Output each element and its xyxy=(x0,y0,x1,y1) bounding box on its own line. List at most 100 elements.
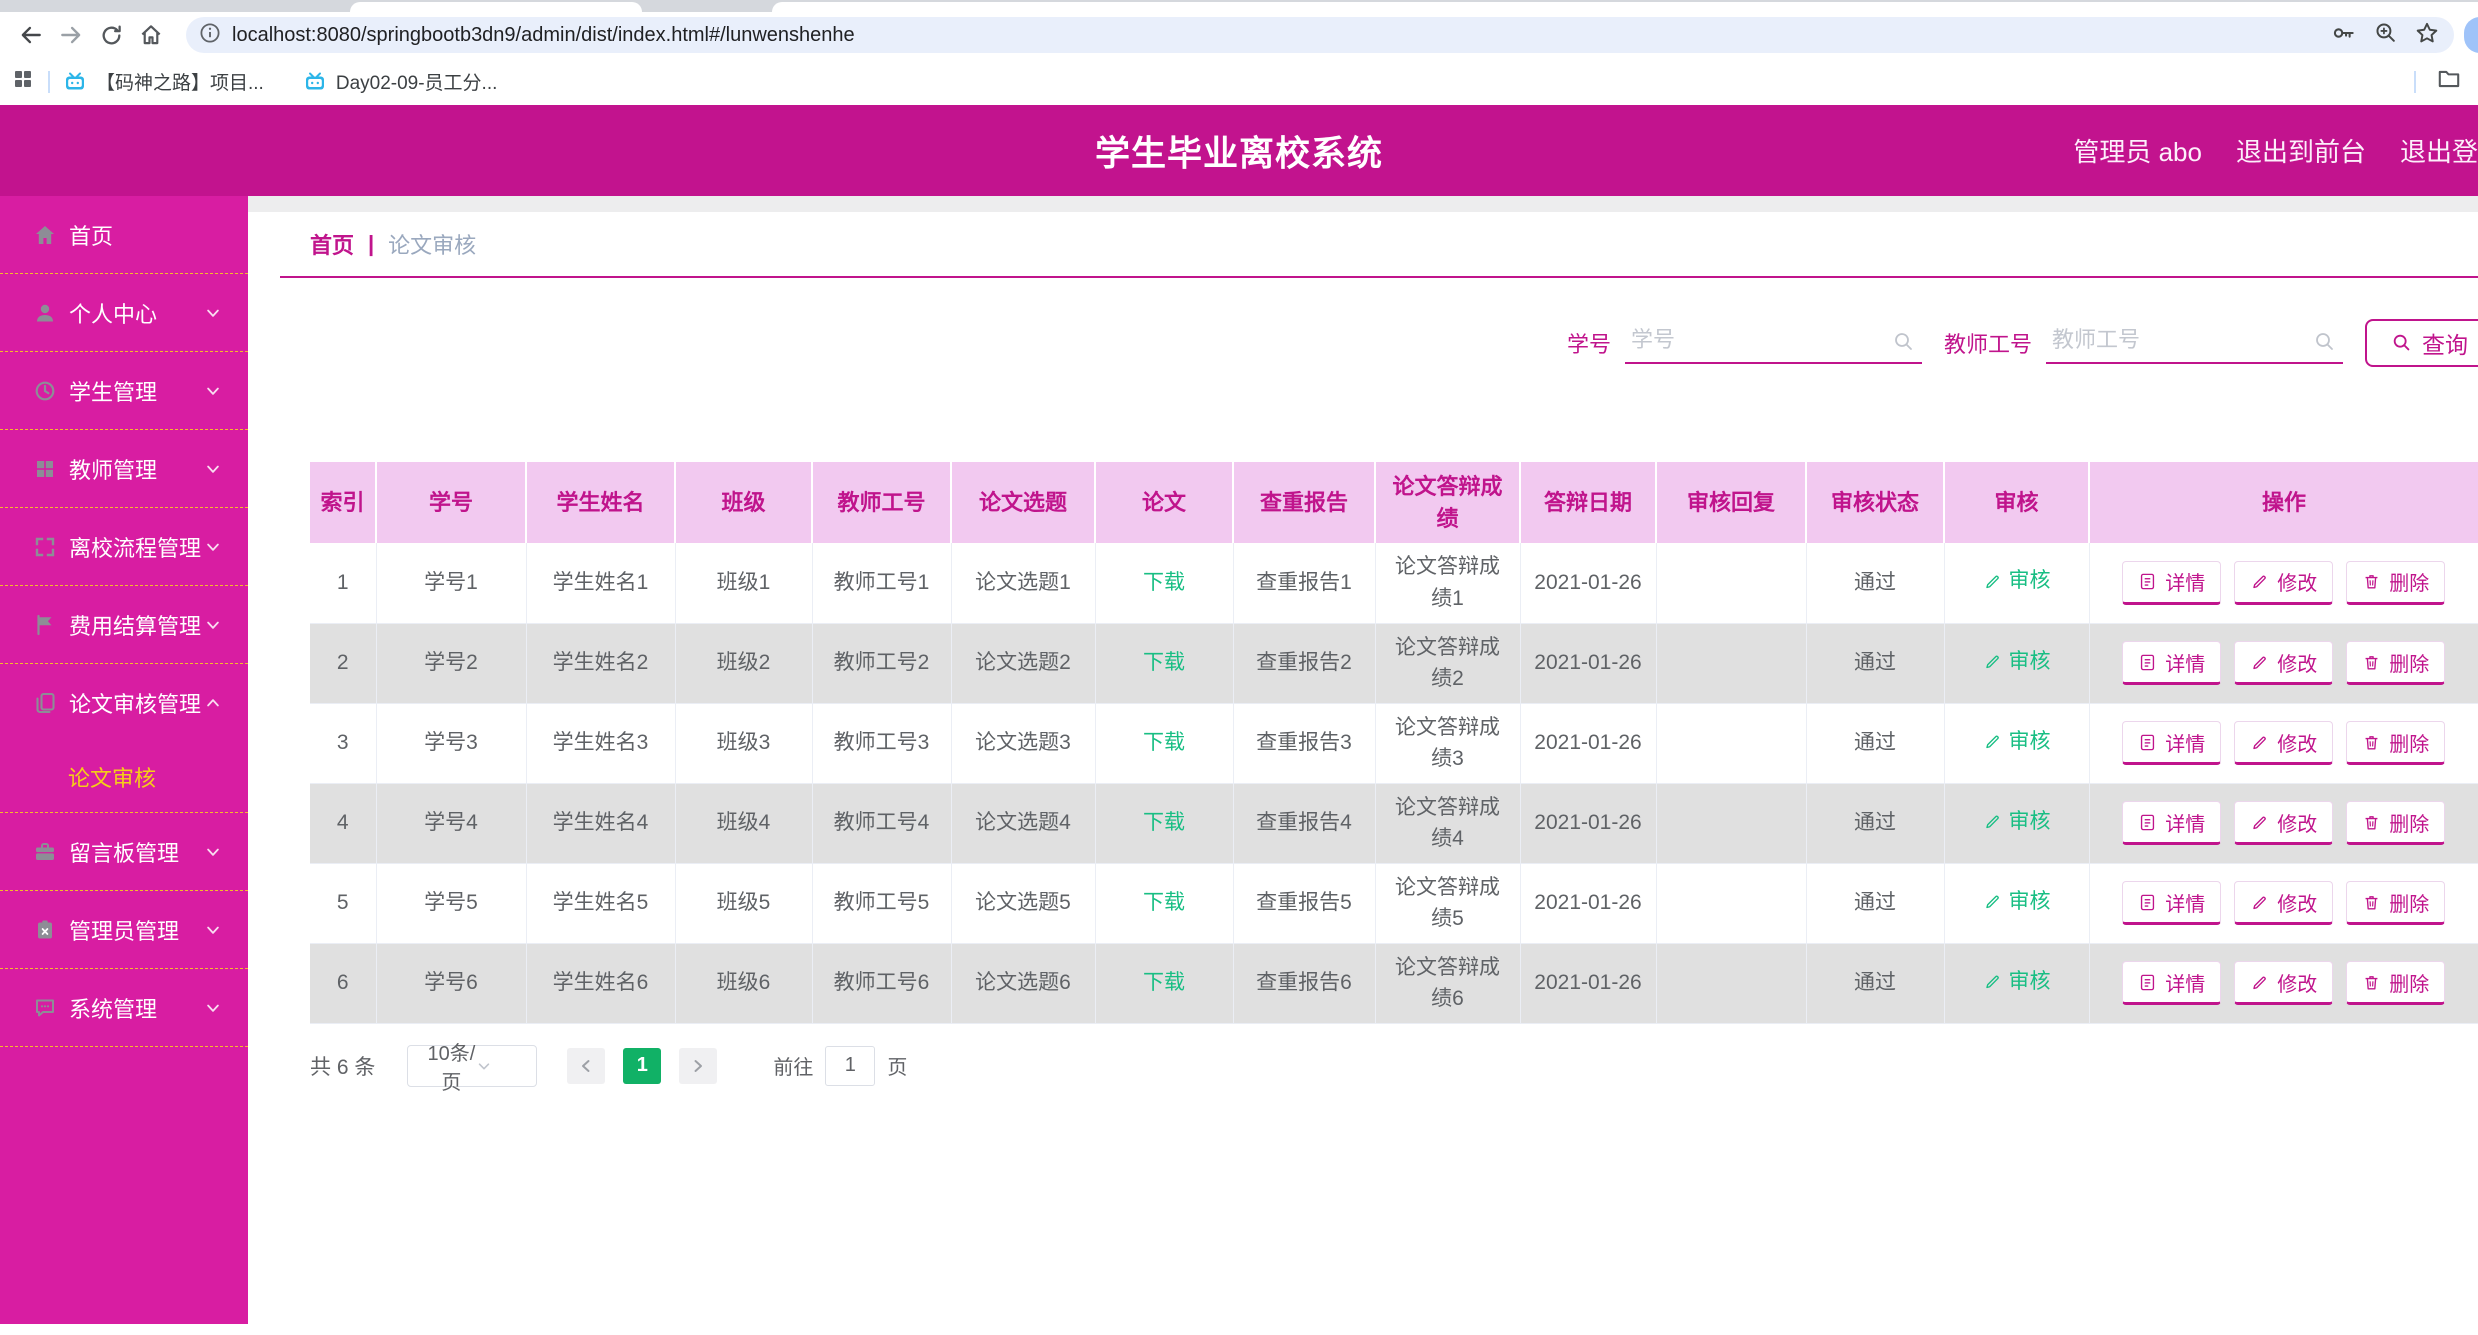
detail-button[interactable]: 详情 xyxy=(2122,641,2222,685)
sidebar-item-system[interactable]: 系统管理 xyxy=(0,969,248,1046)
logout-button[interactable]: 退出登录 xyxy=(2400,132,2478,169)
suitcase-icon xyxy=(33,840,57,864)
other-bookmarks-folder-icon[interactable] xyxy=(2436,66,2462,97)
sidebar-group: 离校流程管理 xyxy=(0,508,248,586)
current-page-button[interactable]: 1 xyxy=(623,1047,662,1084)
home-browser-icon[interactable] xyxy=(134,18,168,52)
cell-student-name: 学生姓名1 xyxy=(526,543,676,624)
cell-defense-score: 论文答辩成绩6 xyxy=(1375,943,1521,1024)
review-link[interactable]: 审核 xyxy=(1983,726,2051,758)
url-text[interactable]: localhost:8080/springbootb3dn9/admin/dis… xyxy=(232,24,2331,47)
student-no-input[interactable] xyxy=(1624,322,1922,364)
chevron-down-icon xyxy=(204,538,222,556)
zoom-icon[interactable] xyxy=(2373,20,2398,50)
app-title: 学生毕业离校系统 xyxy=(1094,134,1384,173)
pencil-icon xyxy=(2253,656,2267,669)
review-link[interactable]: 审核 xyxy=(1983,806,2051,838)
delete-button[interactable]: 删除 xyxy=(2346,801,2446,845)
edit-button[interactable]: 修改 xyxy=(2234,881,2334,925)
pencil-icon xyxy=(1985,815,1999,828)
detail-button[interactable]: 详情 xyxy=(2122,801,2222,845)
edit-button[interactable]: 修改 xyxy=(2234,801,2334,845)
sidebar-item-leave-process[interactable]: 离校流程管理 xyxy=(0,508,248,585)
sidebar-item-paper-review[interactable]: 论文审核管理 xyxy=(0,664,248,741)
bookmark-star-icon[interactable] xyxy=(2414,20,2440,51)
cell-class: 班级3 xyxy=(675,703,813,784)
review-link[interactable]: 审核 xyxy=(1983,565,2051,597)
delete-button[interactable]: 删除 xyxy=(2346,560,2446,605)
page-size-select[interactable]: 10条/页 xyxy=(407,1043,538,1094)
delete-button[interactable]: 删除 xyxy=(2346,961,2446,1005)
content-gap xyxy=(248,196,2478,212)
goto-page-input[interactable] xyxy=(825,1045,876,1086)
review-link[interactable]: 审核 xyxy=(1983,646,2051,678)
delete-button[interactable]: 删除 xyxy=(2346,641,2446,685)
cell-student-no: 学号1 xyxy=(376,543,527,624)
breadcrumb: 首页 | 论文审核 xyxy=(280,212,2478,278)
sidebar-item-admin[interactable]: 管理员管理 xyxy=(0,891,248,968)
review-link[interactable]: 审核 xyxy=(1983,966,2051,998)
bookmark-item[interactable]: 【码神之路】项目... xyxy=(64,68,264,95)
back-icon[interactable] xyxy=(14,18,48,52)
review-link[interactable]: 审核 xyxy=(1983,886,2051,918)
document-icon xyxy=(2141,814,2155,830)
download-link[interactable]: 下载 xyxy=(1143,567,1185,599)
column-header: 班级 xyxy=(675,462,813,543)
sidebar-group: 留言板管理 xyxy=(0,813,248,891)
trash-icon xyxy=(2365,815,2378,830)
next-page-button[interactable] xyxy=(679,1047,718,1084)
edit-button[interactable]: 修改 xyxy=(2234,721,2334,765)
detail-button[interactable]: 详情 xyxy=(2122,881,2222,925)
cell-index: 4 xyxy=(310,783,377,864)
download-link[interactable]: 下载 xyxy=(1143,727,1185,759)
sidebar-item-fee-settlement[interactable]: 费用结算管理 xyxy=(0,586,248,663)
cell-review-status: 通过 xyxy=(1806,783,1945,864)
download-link[interactable]: 下载 xyxy=(1143,807,1185,839)
delete-button[interactable]: 删除 xyxy=(2346,881,2446,925)
cell-paper: 下载 xyxy=(1095,783,1234,864)
grid-icon xyxy=(33,457,57,481)
sidebar-subitem-paper-review-sub[interactable]: 论文审核 xyxy=(0,741,248,812)
delete-button[interactable]: 删除 xyxy=(2346,721,2446,765)
prev-page-button[interactable] xyxy=(567,1047,606,1084)
query-button[interactable]: 查询 xyxy=(2365,319,2478,367)
chevron-up-icon xyxy=(204,694,222,712)
edit-button[interactable]: 修改 xyxy=(2234,641,2334,685)
edit-button[interactable]: 修改 xyxy=(2234,961,2334,1005)
bilibili-favicon xyxy=(64,71,86,93)
bookmarks-list: 【码神之路】项目... Day02-09-员工分... xyxy=(64,68,537,95)
sidebar-item-home[interactable]: 首页 xyxy=(0,196,248,273)
pencil-icon xyxy=(2253,816,2267,829)
sidebar-item-students[interactable]: 学生管理 xyxy=(0,352,248,429)
bookmark-item[interactable]: Day02-09-员工分... xyxy=(304,68,497,95)
logout-to-front-button[interactable]: 退出到前台 xyxy=(2236,132,2366,169)
header-user[interactable]: 管理员 abo xyxy=(2073,132,2202,169)
refresh-icon[interactable] xyxy=(94,18,128,52)
sidebar-group: 系统管理 xyxy=(0,969,248,1047)
sidebar-item-profile[interactable]: 个人中心 xyxy=(0,274,248,351)
edit-button[interactable]: 修改 xyxy=(2234,560,2334,605)
download-link[interactable]: 下载 xyxy=(1143,647,1185,679)
cell-topic: 论文选题6 xyxy=(951,943,1096,1024)
cell-report: 查重报告2 xyxy=(1233,623,1376,704)
breadcrumb-home[interactable]: 首页 xyxy=(310,228,354,260)
browser-active-tab[interactable] xyxy=(350,2,642,12)
detail-button[interactable]: 详情 xyxy=(2122,560,2222,605)
info-icon[interactable] xyxy=(198,21,222,50)
profile-avatar[interactable] xyxy=(2464,17,2478,53)
forward-icon[interactable] xyxy=(54,18,88,52)
password-key-icon[interactable] xyxy=(2331,20,2357,51)
url-bar[interactable]: localhost:8080/springbootb3dn9/admin/dis… xyxy=(186,17,2454,53)
sidebar-item-teachers[interactable]: 教师管理 xyxy=(0,430,248,507)
clipboard-icon xyxy=(33,918,57,942)
detail-button[interactable]: 详情 xyxy=(2122,721,2222,765)
sidebar-item-message-board[interactable]: 留言板管理 xyxy=(0,813,248,890)
apps-grid-icon[interactable] xyxy=(12,68,34,95)
detail-button[interactable]: 详情 xyxy=(2122,961,2222,1005)
cell-index: 2 xyxy=(310,623,377,704)
download-link[interactable]: 下载 xyxy=(1143,967,1185,999)
bookmarks-divider xyxy=(48,70,50,93)
download-link[interactable]: 下载 xyxy=(1143,887,1185,919)
teacher-no-input[interactable] xyxy=(2046,322,2343,364)
cell-teacher-no: 教师工号2 xyxy=(812,623,952,704)
